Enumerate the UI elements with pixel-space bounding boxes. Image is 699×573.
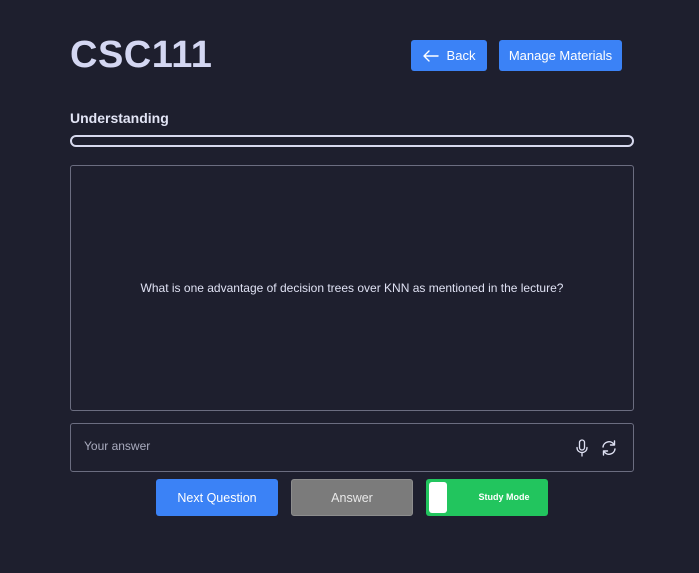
answer-box [70, 423, 634, 472]
answer-input[interactable] [82, 432, 556, 460]
toggle-knob [429, 482, 447, 513]
arrow-left-icon [422, 49, 447, 62]
manage-materials-button[interactable]: Manage Materials [499, 40, 622, 71]
study-page: CSC111 Back Manage Materials Understandi… [0, 0, 699, 573]
next-question-button[interactable]: Next Question [156, 479, 278, 516]
answer-button[interactable]: Answer [291, 479, 413, 516]
course-title: CSC111 [70, 34, 213, 76]
microphone-icon[interactable] [572, 438, 592, 458]
question-card: What is one advantage of decision trees … [70, 165, 634, 411]
progress-bar [70, 135, 634, 147]
back-button-label: Back [446, 48, 476, 63]
back-button[interactable]: Back [411, 40, 487, 71]
study-mode-label: Study Mode [478, 492, 530, 502]
study-mode-toggle[interactable]: Study Mode [426, 479, 548, 516]
refresh-icon[interactable] [599, 438, 619, 458]
section-label: Understanding [70, 110, 169, 126]
question-text: What is one advantage of decision trees … [140, 281, 564, 295]
